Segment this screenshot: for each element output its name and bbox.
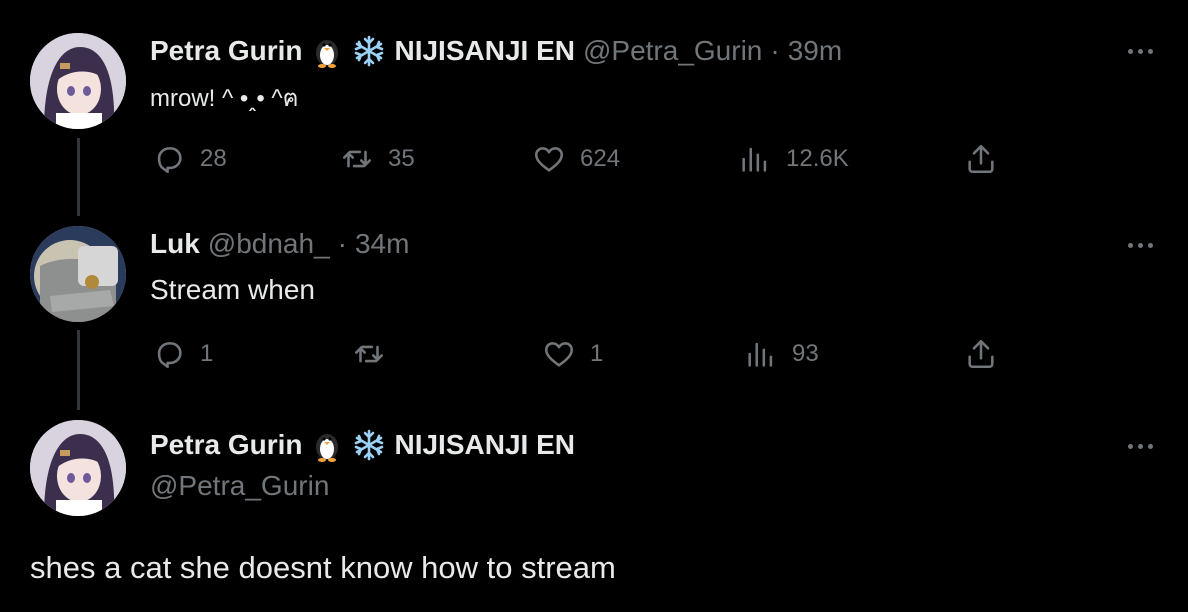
like-count: 1	[590, 340, 604, 367]
separator: ·	[337, 228, 347, 259]
like-button[interactable]: 1	[542, 337, 603, 371]
avatar-image	[30, 226, 126, 322]
avatar-image	[30, 420, 126, 516]
retweet-button[interactable]: 35	[340, 142, 415, 176]
avatar-luk[interactable]	[30, 226, 126, 322]
retweet-icon	[342, 150, 372, 168]
timestamp[interactable]: 39m	[788, 35, 842, 67]
reply-count: 28	[200, 145, 227, 172]
view-count: 12.6K	[786, 145, 849, 172]
tweet2-header: Luk @bdnah_ · 34m	[150, 228, 409, 260]
tweet3-text: shes a cat she doesnt know how to stream	[30, 550, 616, 585]
org-label: NIJISANJI EN	[394, 429, 575, 460]
display-name[interactable]: Petra Gurin	[150, 429, 302, 461]
more-options-icon[interactable]	[1128, 240, 1158, 250]
heart-icon	[534, 147, 564, 172]
reply-button[interactable]: 28	[152, 142, 227, 176]
handle[interactable]: @Petra_Gurin	[583, 35, 762, 67]
reply-icon	[157, 147, 182, 174]
share-icon	[968, 339, 994, 369]
more-options-icon[interactable]	[1128, 441, 1158, 451]
views-button[interactable]: 93	[744, 337, 819, 371]
org-label: NIJISANJI EN	[394, 35, 575, 66]
views-icon	[742, 147, 767, 172]
tweet1-text: mrow! ^ •ꞈ• ^ฅ	[150, 85, 299, 112]
display-name[interactable]: Luk	[150, 228, 200, 260]
avatar-petra[interactable]	[30, 420, 126, 516]
thread-line	[77, 330, 80, 410]
handle[interactable]: @bdnah_	[208, 228, 330, 260]
views-button[interactable]: 12.6K	[738, 142, 849, 176]
timestamp[interactable]: 34m	[355, 228, 409, 260]
views-icon	[748, 342, 773, 367]
snowflake-icon	[352, 34, 386, 68]
view-count: 93	[792, 340, 819, 367]
more-options-icon[interactable]	[1128, 46, 1158, 56]
handle[interactable]: @Petra_Gurin	[150, 470, 329, 502]
reply-count: 1	[200, 340, 214, 367]
avatar-image	[30, 33, 126, 129]
snowflake-icon	[352, 428, 386, 462]
share-button[interactable]	[964, 142, 998, 176]
tweet1-header: Petra Gurin NIJISANJI EN @Petra_Gurin · …	[150, 34, 842, 68]
retweet-button[interactable]	[352, 337, 400, 371]
tweet2-text: Stream when	[150, 274, 315, 305]
penguin-icon	[310, 34, 344, 68]
retweet-icon	[354, 345, 384, 363]
retweet-count: 35	[388, 145, 415, 172]
avatar-petra[interactable]	[30, 33, 126, 129]
reply-icon	[157, 342, 182, 369]
heart-icon	[544, 342, 574, 367]
penguin-icon	[310, 428, 344, 462]
like-count: 624	[580, 145, 621, 172]
share-icon	[968, 144, 994, 174]
separator: ·	[770, 35, 780, 66]
thread-line	[77, 138, 80, 216]
display-name[interactable]: Petra Gurin	[150, 35, 302, 67]
reply-button[interactable]: 1	[152, 337, 213, 371]
tweet3-header: Petra Gurin NIJISANJI EN	[150, 428, 575, 462]
share-button[interactable]	[964, 337, 998, 371]
like-button[interactable]: 624	[532, 142, 620, 176]
